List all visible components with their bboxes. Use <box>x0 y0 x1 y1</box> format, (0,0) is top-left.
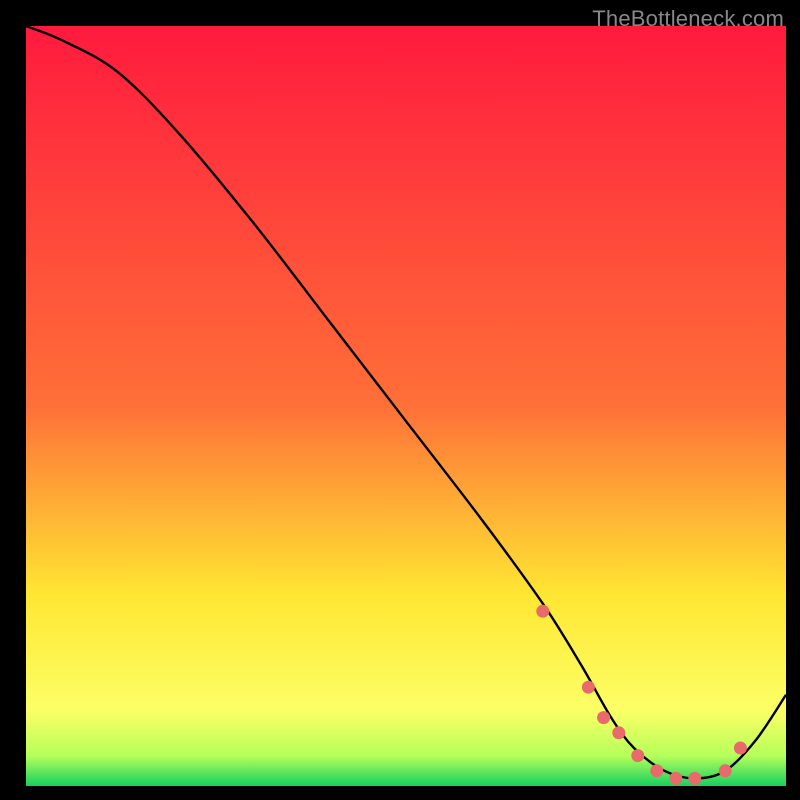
chart-plot-area <box>26 26 786 786</box>
curve-marker-dot <box>734 742 747 755</box>
gradient-background <box>26 26 786 786</box>
chart-svg <box>26 26 786 786</box>
curve-marker-dot <box>612 726 625 739</box>
curve-marker-dot <box>536 605 549 618</box>
curve-marker-dot <box>688 772 701 785</box>
curve-marker-dot <box>650 764 663 777</box>
chart-frame: TheBottleneck.com <box>6 6 794 794</box>
curve-marker-dot <box>597 711 610 724</box>
curve-marker-dot <box>669 772 682 785</box>
curve-marker-dot <box>719 764 732 777</box>
curve-marker-dot <box>582 681 595 694</box>
curve-marker-dot <box>631 749 644 762</box>
watermark-label: TheBottleneck.com <box>592 6 784 32</box>
